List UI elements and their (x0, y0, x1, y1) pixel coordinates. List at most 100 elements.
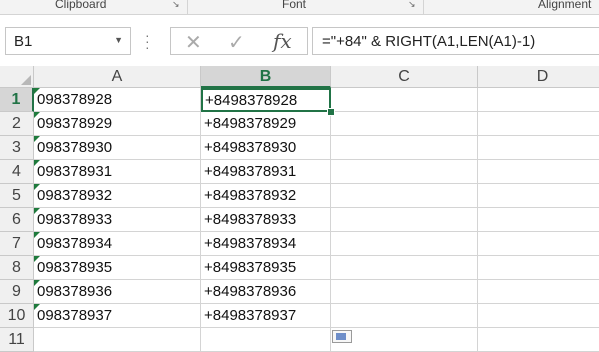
number-as-text-flag-icon (34, 256, 40, 262)
row-header[interactable]: 1 (0, 88, 34, 112)
cell-c[interactable] (331, 232, 478, 256)
cell-c[interactable] (331, 112, 478, 136)
row-header[interactable]: 9 (0, 280, 34, 304)
cell-a[interactable]: 098378935 (34, 256, 201, 280)
cell-b[interactable]: +8498378929 (201, 112, 331, 136)
cell-d[interactable] (478, 184, 599, 208)
row-header[interactable]: 7 (0, 232, 34, 256)
cell-a[interactable]: 098378933 (34, 208, 201, 232)
number-as-text-flag-icon (34, 88, 40, 94)
row-header[interactable]: 5 (0, 184, 34, 208)
cell-d[interactable] (478, 112, 599, 136)
number-as-text-flag-icon (34, 208, 40, 214)
column-header-b[interactable]: B (201, 66, 331, 88)
cell-d[interactable] (478, 280, 599, 304)
cell-d[interactable] (478, 256, 599, 280)
row-header[interactable]: 8 (0, 256, 34, 280)
alignment-group-label: Alignment (538, 0, 592, 11)
row-header[interactable]: 6 (0, 208, 34, 232)
cell-value: +8498378932 (204, 187, 297, 204)
row-header[interactable]: 3 (0, 136, 34, 160)
cell-b[interactable]: +8498378936 (201, 280, 331, 304)
cell-a[interactable]: 098378928 (34, 88, 201, 112)
cell-b[interactable] (201, 328, 331, 352)
quick-analysis-icon (336, 333, 346, 340)
clipboard-group-label: Clipboard (55, 0, 107, 11)
cell-a[interactable]: 098378929 (34, 112, 201, 136)
cell-b[interactable]: +8498378933 (201, 208, 331, 232)
cell-value: 098378929 (37, 115, 113, 132)
cell-c[interactable] (331, 88, 478, 112)
font-group-label: Font (282, 0, 307, 11)
cell-value: +8498378937 (204, 307, 297, 324)
ribbon-separator (423, 0, 424, 14)
cell-c[interactable] (331, 328, 478, 352)
fill-handle[interactable] (327, 108, 335, 116)
cell-c[interactable] (331, 280, 478, 304)
cell-d[interactable] (478, 304, 599, 328)
cell-b[interactable]: +8498378934 (201, 232, 331, 256)
number-as-text-flag-icon (34, 112, 40, 118)
cell-a[interactable]: 098378937 (34, 304, 201, 328)
formula-buttons: ✕ ✓ fx (170, 27, 308, 55)
cell-b[interactable]: +8498378932 (201, 184, 331, 208)
cell-value: 098378930 (37, 139, 113, 156)
cell-value: 098378928 (37, 91, 113, 108)
cell-value: 098378937 (37, 307, 113, 324)
chevron-down-icon[interactable]: ▼ (114, 35, 123, 45)
cell-c[interactable] (331, 304, 478, 328)
cell-d[interactable] (478, 88, 599, 112)
worksheet-grid: A B C D 1 098378928 +8498378928 2 098378929 +8498… (0, 66, 599, 352)
row-header[interactable]: 4 (0, 160, 34, 184)
cell-c[interactable] (331, 160, 478, 184)
column-header-d[interactable]: D (478, 66, 599, 88)
cell-d[interactable] (478, 328, 599, 352)
formula-bar-row: B1 ▼ · · · ✕ ✓ fx ="+84" & RIGHT(A1,LEN(A1… (0, 15, 599, 66)
cell-value: 098378934 (37, 235, 113, 252)
name-box-value: B1 (14, 33, 33, 50)
cell-value: 098378936 (37, 283, 113, 300)
row-header[interactable]: 10 (0, 304, 34, 328)
cell-c[interactable] (331, 136, 478, 160)
cell-value: 098378932 (37, 187, 113, 204)
font-dialog-launcher-icon[interactable]: ↘ (408, 0, 417, 9)
select-all-button[interactable] (0, 66, 34, 88)
cell-a[interactable]: 098378932 (34, 184, 201, 208)
cell-b[interactable]: +8498378935 (201, 256, 331, 280)
quick-analysis-button[interactable] (332, 330, 352, 343)
cancel-icon[interactable]: ✕ (185, 30, 202, 55)
cell-a[interactable] (34, 328, 201, 352)
insert-function-icon[interactable]: fx (273, 29, 292, 53)
row-header[interactable]: 11 (0, 328, 34, 352)
row-header[interactable]: 2 (0, 112, 34, 136)
cell-c[interactable] (331, 208, 478, 232)
cell-d[interactable] (478, 160, 599, 184)
cell-b[interactable]: +8498378937 (201, 304, 331, 328)
cell-d[interactable] (478, 136, 599, 160)
number-as-text-flag-icon (34, 232, 40, 238)
formula-input[interactable]: ="+84" & RIGHT(A1,LEN(A1)-1) (312, 27, 599, 55)
column-header-a[interactable]: A (34, 66, 201, 88)
cell-value: +8498378935 (204, 259, 297, 276)
cell-c[interactable] (331, 256, 478, 280)
cell-value: +8498378930 (204, 139, 297, 156)
column-header-c[interactable]: C (331, 66, 478, 88)
cell-b[interactable]: +8498378930 (201, 136, 331, 160)
cell-b[interactable]: +8498378931 (201, 160, 331, 184)
name-box[interactable]: B1 ▼ (5, 27, 131, 55)
cell-a[interactable]: 098378930 (34, 136, 201, 160)
cell-d[interactable] (478, 232, 599, 256)
cell-c[interactable] (331, 184, 478, 208)
active-cell[interactable]: +8498378928 (201, 88, 331, 112)
enter-check-icon[interactable]: ✓ (228, 30, 245, 55)
cell-d[interactable] (478, 208, 599, 232)
cell-a[interactable]: 098378936 (34, 280, 201, 304)
cell-a[interactable]: 098378934 (34, 232, 201, 256)
cell-a[interactable]: 098378931 (34, 160, 201, 184)
number-as-text-flag-icon (34, 160, 40, 166)
drag-handle-icon[interactable]: · · · (145, 28, 150, 54)
ribbon-separator (187, 0, 188, 14)
clipboard-dialog-launcher-icon[interactable]: ↘ (172, 0, 181, 9)
number-as-text-flag-icon (34, 280, 40, 286)
cell-value: +8498378933 (204, 211, 297, 228)
